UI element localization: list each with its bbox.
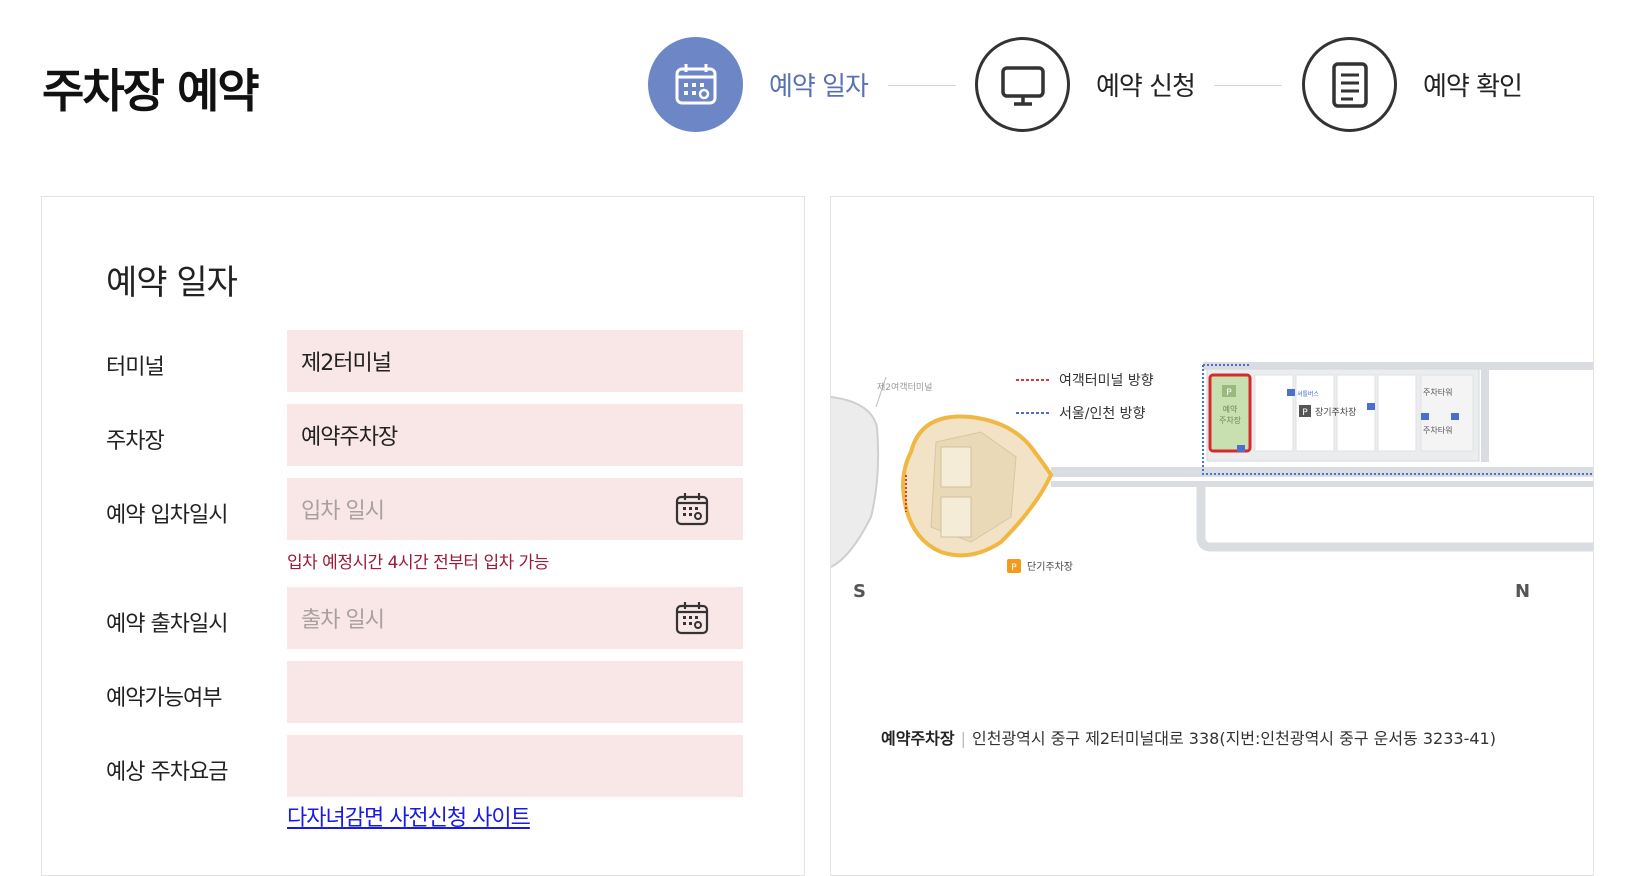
- entry-datetime-label: 예약 입차일시: [106, 503, 228, 528]
- short-term-label: 단기주차장: [1027, 561, 1073, 573]
- document-icon: [1331, 61, 1368, 108]
- reserved-parking-label-1: 예약: [1223, 404, 1238, 414]
- address-separator: |: [960, 729, 966, 748]
- terminal-label: 터미널: [106, 355, 165, 380]
- exit-datetime-input[interactable]: 출차 일시: [287, 587, 743, 649]
- fee-label: 예상 주차요금: [106, 760, 228, 785]
- step-circle: [975, 37, 1070, 132]
- legend-seoul-direction: 서울/인천 방향: [1059, 406, 1146, 422]
- terminal-field[interactable]: 제2터미널: [287, 330, 743, 392]
- terminal2-label: 제2여객터미널: [877, 381, 932, 393]
- availability-label: 예약가능여부: [106, 686, 222, 711]
- parking-address: 예약주차장 | 인천광역시 중구 제2터미널대로 338(지번:인천광역시 중구 운…: [881, 725, 1496, 749]
- long-term-p-mark: P: [1302, 408, 1308, 418]
- compass-north: N: [1515, 581, 1531, 602]
- reserved-p-mark: P: [1226, 388, 1232, 398]
- parking-tower-label-2: 주차타워: [1423, 426, 1452, 435]
- terminal-value: 제2터미널: [301, 351, 392, 376]
- compass-south: S: [853, 581, 866, 602]
- p-mark-label: P: [1011, 563, 1017, 573]
- calendar-icon[interactable]: [675, 492, 709, 526]
- step-circle: [1302, 37, 1397, 132]
- monitor-icon: [1000, 65, 1045, 106]
- step-divider: [1214, 85, 1282, 86]
- entry-datetime-placeholder: 입차 일시: [301, 499, 385, 524]
- entry-hint-text: 입차 예정시간 4시간 전부터 입차 가능: [287, 553, 549, 573]
- long-term-label: 장기주차장: [1315, 406, 1356, 418]
- parking-label: 주차장: [106, 429, 165, 454]
- parking-map: 제2여객터미널 P 단기주차장 여객터미널 방향 서울/인천 방향 P 예약 주…: [831, 362, 1593, 573]
- shuttle-label: 셔틀버스: [1297, 390, 1320, 398]
- step-label: 예약 확인: [1423, 72, 1523, 102]
- parking-value: 예약주차장: [301, 425, 398, 450]
- calendar-icon[interactable]: [675, 601, 709, 635]
- parking-map-panel: 제2여객터미널 P 단기주차장 여객터미널 방향 서울/인천 방향 P 예약 주…: [830, 196, 1594, 876]
- exit-datetime-placeholder: 출차 일시: [301, 608, 385, 633]
- reservation-form-panel: 예약 일자 터미널 제2터미널 주차장 예약주차장 예약 입차일시 입차 일시 …: [41, 196, 805, 876]
- legend-terminal-direction: 여객터미널 방향: [1059, 373, 1154, 389]
- form-title: 예약 일자: [106, 263, 238, 303]
- address-text: 인천광역시 중구 제2터미널대로 338(지번:인천광역시 중구 운서동 323…: [972, 729, 1496, 748]
- entry-datetime-input[interactable]: 입차 일시: [287, 478, 743, 540]
- step-circle: [648, 37, 743, 132]
- step-label: 예약 일자: [769, 72, 869, 102]
- exit-datetime-label: 예약 출차일시: [106, 612, 228, 637]
- fee-field: [287, 735, 743, 797]
- page-title: 주차장 예약: [42, 64, 260, 118]
- availability-field: [287, 661, 743, 723]
- step-reservation-confirm: 예약 확인: [1302, 37, 1523, 132]
- parking-tower-label-1: 주차타워: [1423, 388, 1452, 397]
- reserved-parking-label-2: 주차장: [1219, 415, 1242, 425]
- calendar-icon: [675, 63, 716, 104]
- multi-child-discount-link[interactable]: 다자녀감면 사전신청 사이트: [287, 800, 531, 832]
- parking-field[interactable]: 예약주차장: [287, 404, 743, 466]
- step-label: 예약 신청: [1096, 72, 1196, 102]
- address-name: 예약주차장: [881, 729, 955, 748]
- step-divider: [888, 85, 956, 86]
- step-reservation-apply: 예약 신청: [975, 37, 1196, 132]
- step-reservation-date: 예약 일자: [648, 37, 869, 132]
